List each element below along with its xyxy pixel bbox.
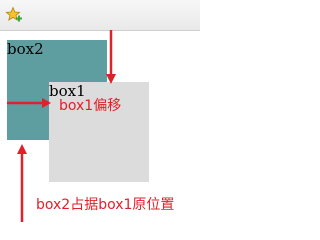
box2-label: box2 xyxy=(7,40,44,58)
box1-offset-annotation: box1偏移 xyxy=(59,98,122,114)
browser-toolbar xyxy=(0,0,200,31)
arrow-up-icon xyxy=(17,144,27,222)
arrow-down-icon xyxy=(106,30,116,84)
box1: box1 xyxy=(49,82,149,182)
box2-position-annotation: box2占据box1原位置 xyxy=(36,197,175,213)
page: box2 box1 box1偏移 box2占据box1原位置 xyxy=(0,0,200,226)
star-add-icon[interactable] xyxy=(5,6,23,24)
box1-label: box1 xyxy=(49,82,86,100)
